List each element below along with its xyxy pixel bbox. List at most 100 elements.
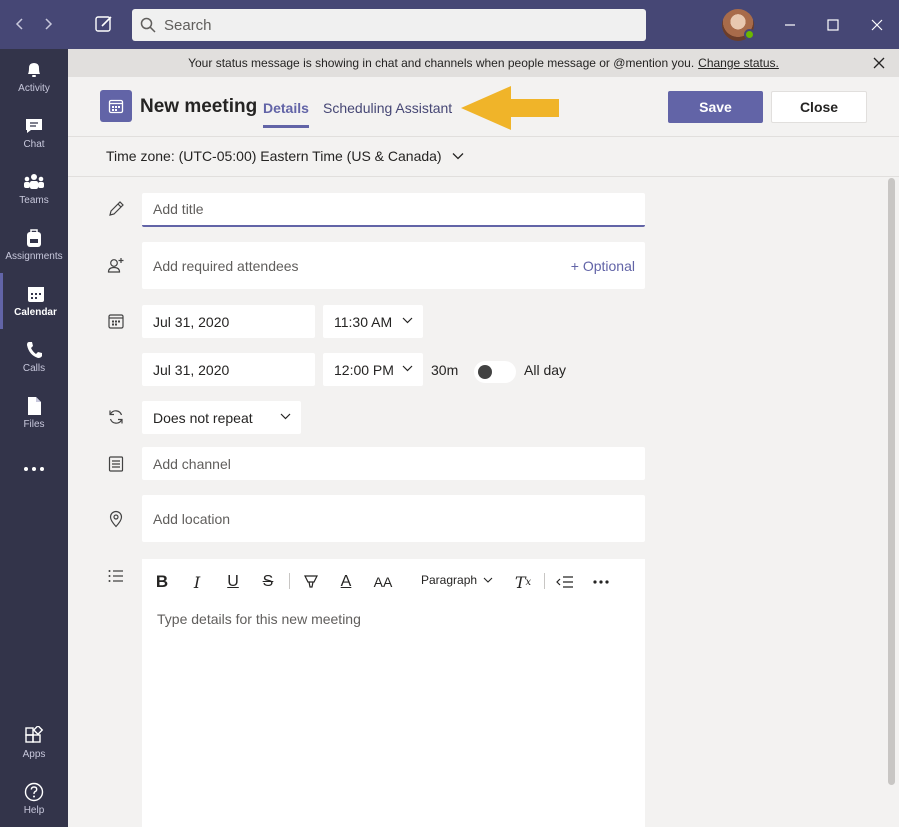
outdent-icon	[556, 576, 573, 588]
more-apps-button[interactable]	[0, 441, 68, 497]
more-icon	[24, 467, 44, 471]
title-bar	[0, 0, 899, 49]
rail-item-chat[interactable]: Chat	[0, 105, 68, 161]
attendees-field[interactable]: + Optional	[142, 242, 645, 289]
rail-item-label: Assignments	[5, 251, 63, 262]
change-status-link[interactable]: Change status.	[698, 56, 779, 70]
presence-status-icon	[744, 29, 755, 40]
details-editor[interactable]: B I U S A AA Paragraph Tx Type details f…	[142, 559, 645, 827]
back-button[interactable]	[8, 12, 32, 36]
rail-item-calendar[interactable]: Calendar	[0, 273, 68, 329]
search-input[interactable]	[164, 16, 634, 34]
decrease-indent-button[interactable]	[556, 573, 574, 591]
start-time-dropdown[interactable]: 11:30 AM	[323, 305, 423, 338]
chevron-down-icon	[402, 317, 413, 324]
banner-close-button[interactable]	[871, 55, 887, 71]
page-title: New meeting	[140, 96, 258, 117]
underline-button[interactable]: U	[225, 573, 241, 591]
paragraph-label: Paragraph	[421, 573, 478, 587]
repeat-icon	[109, 410, 123, 424]
minimize-button[interactable]	[777, 12, 803, 38]
all-day-label: All day	[524, 362, 567, 378]
maximize-icon	[827, 19, 839, 31]
backpack-icon	[27, 229, 41, 247]
rail-item-label: Teams	[19, 195, 49, 206]
font-color-button[interactable]: A	[338, 573, 354, 591]
highlighter-icon	[304, 575, 318, 588]
save-button[interactable]: Save	[668, 91, 763, 123]
status-banner: Your status message is showing in chat a…	[68, 49, 899, 77]
toolbar-divider	[544, 573, 545, 589]
calendar-icon	[27, 287, 44, 302]
end-date-field[interactable]: Jul 31, 2020	[142, 353, 315, 386]
banner-text: Your status message is showing in chat a…	[188, 56, 695, 70]
optional-attendees-button[interactable]: + Optional	[571, 258, 635, 274]
rail-item-label: Chat	[23, 139, 45, 150]
chevron-down-icon	[402, 365, 413, 372]
chat-icon	[26, 119, 42, 133]
editor-placeholder: Type details for this new meeting	[157, 611, 361, 627]
channel-field[interactable]	[142, 447, 645, 480]
compose-icon	[95, 16, 112, 32]
tab-scheduling-assistant[interactable]: Scheduling Assistant	[323, 100, 452, 116]
bold-button[interactable]: B	[154, 572, 170, 591]
forward-button[interactable]	[36, 12, 60, 36]
title-field[interactable]	[142, 193, 645, 227]
divider	[68, 176, 899, 177]
meeting-header: New meeting Details Scheduling Assistant…	[68, 77, 899, 137]
more-icon	[593, 580, 609, 584]
new-chat-button[interactable]	[92, 12, 116, 36]
paragraph-style-dropdown[interactable]: Paragraph	[421, 573, 493, 587]
channel-input[interactable]	[153, 455, 621, 472]
search-box[interactable]	[132, 9, 646, 41]
pencil-icon	[109, 201, 124, 216]
rail-item-label: Apps	[22, 749, 46, 760]
timezone-dropdown[interactable]: Time zone: (UTC-05:00) Eastern Time (US …	[106, 148, 464, 164]
minimize-icon	[785, 24, 795, 26]
rail-item-label: Help	[23, 805, 45, 816]
rail-item-help[interactable]: Help	[0, 771, 68, 827]
close-button[interactable]: Close	[771, 91, 867, 123]
toolbar-divider	[289, 573, 290, 589]
chevron-down-icon	[452, 153, 464, 160]
title-input[interactable]	[153, 201, 621, 217]
close-window-button[interactable]	[864, 12, 890, 38]
chevron-down-icon	[280, 413, 291, 420]
maximize-button[interactable]	[820, 12, 846, 38]
rail-item-label: Files	[23, 419, 45, 430]
font-size-button[interactable]: AA	[374, 573, 393, 591]
clear-formatting-button[interactable]: Tx	[514, 573, 532, 592]
rail-item-files[interactable]: Files	[0, 385, 68, 441]
location-input[interactable]	[153, 510, 621, 527]
more-options-button[interactable]	[592, 573, 610, 591]
close-icon	[871, 19, 883, 31]
highlight-button[interactable]	[302, 573, 320, 591]
start-date-field[interactable]: Jul 31, 2020	[142, 305, 315, 338]
close-icon	[873, 57, 885, 69]
rail-item-assignments[interactable]: Assignments	[0, 217, 68, 273]
strikethrough-button[interactable]: S	[260, 573, 276, 591]
chevron-right-icon	[45, 18, 53, 30]
tab-details[interactable]: Details	[263, 100, 309, 128]
bell-icon	[28, 63, 40, 77]
location-field[interactable]	[142, 495, 645, 542]
repeat-dropdown[interactable]: Does not repeat	[142, 401, 301, 434]
calendar-icon	[108, 314, 124, 329]
rail-item-activity[interactable]: Activity	[0, 49, 68, 105]
location-pin-icon	[109, 510, 123, 528]
italic-button[interactable]: I	[189, 573, 205, 592]
help-icon	[24, 782, 44, 802]
app-rail: Activity Chat Teams Assignments Calendar…	[0, 49, 68, 827]
all-day-toggle[interactable]	[474, 361, 516, 383]
meeting-calendar-icon	[100, 90, 132, 122]
add-person-icon	[107, 258, 124, 273]
duration-label: 30m	[431, 362, 459, 378]
rail-item-apps[interactable]: Apps	[0, 715, 68, 771]
rail-item-teams[interactable]: Teams	[0, 161, 68, 217]
end-time-dropdown[interactable]: 12:00 PM	[323, 353, 423, 386]
attendees-input[interactable]	[153, 257, 522, 274]
timezone-label: Time zone: (UTC-05:00) Eastern Time (US …	[106, 148, 442, 164]
vertical-scrollbar[interactable]	[888, 178, 895, 785]
apps-icon	[25, 726, 44, 743]
rail-item-calls[interactable]: Calls	[0, 329, 68, 385]
